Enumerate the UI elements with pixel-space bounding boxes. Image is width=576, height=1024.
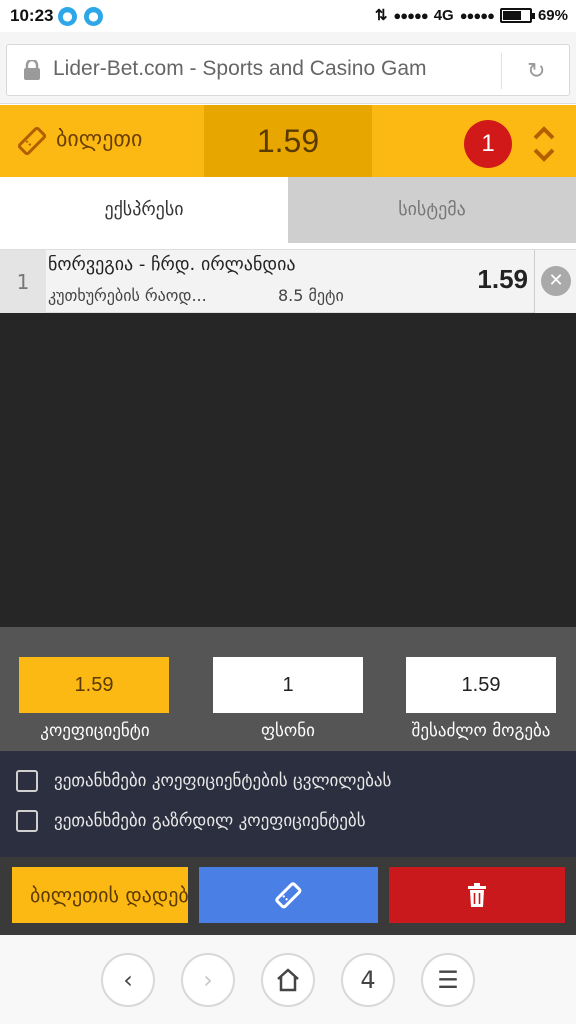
agree-odds-change-row[interactable]: ვეთანხმები კოეფიციენტების ცვლილებას [16, 768, 391, 794]
forward-button[interactable]: › [181, 953, 235, 1007]
status-time: 10:23 [10, 6, 54, 25]
coefficient-label: კოეფიციენტი [40, 721, 150, 741]
status-bar: 10:23 ● ● ⇅ ●●●●● 4G ●●●●● 69% [0, 0, 576, 32]
possible-win-label: შესაძლო მოგება [411, 721, 551, 741]
url-text[interactable]: Lider-Bet.com - Sports and Casino Gam [53, 57, 489, 81]
bet-pick: 8.5 მეტი [278, 286, 344, 305]
agree-raised-odds-label: ვეთანხმები გაზრდილ კოეფიციენტებს [54, 811, 366, 831]
status-indicators: ⇅ ●●●●● 4G ●●●●● 69% [374, 6, 568, 25]
close-icon: ✕ [541, 266, 571, 296]
home-button[interactable] [261, 953, 315, 1007]
agree-raised-odds-row[interactable]: ვეთანხმები გაზრდილ კოეფიციენტებს [16, 808, 366, 834]
tabs-button[interactable]: 4 [341, 953, 395, 1007]
bet-count-badge: 1 [464, 120, 512, 168]
tab-express[interactable]: ექსპრესი [0, 177, 288, 243]
network-type: 4G [433, 6, 454, 24]
notification-icon: ● [58, 7, 77, 26]
stake-label: ფსონი [261, 721, 315, 741]
agreements: ვეთანხმები კოეფიციენტების ცვლილებას ვეთა… [0, 751, 576, 857]
bet-summary: 1.59 1 1.59 კოეფიციენტი ფსონი შესაძლო მო… [0, 627, 576, 751]
total-odds: 1.59 [204, 105, 372, 177]
bet-match: ნორვეგია - ჩრდ. ირლანდია [48, 254, 296, 275]
bet-type-tabs: ექსპრესი სისტემა [0, 177, 576, 243]
forward-icon: › [203, 966, 213, 994]
browser-navigation: ‹ › 4 ☰ [0, 935, 576, 1024]
signal-icon: ●●●●● [459, 7, 495, 23]
browser-toolbar: Lider-Bet.com - Sports and Casino Gam ↻ [0, 32, 576, 104]
lock-icon [24, 60, 40, 80]
bet-row: 1 ნორვეგია - ჩრდ. ირლანდია კუთხურების რა… [0, 249, 576, 314]
ticket-icon [275, 882, 302, 909]
remove-bet-button[interactable]: ✕ [534, 250, 576, 314]
agree-odds-change-label: ვეთანხმები კოეფიციენტების ცვლილებას [54, 771, 392, 791]
battery-icon [499, 7, 535, 23]
signal-icon: ●●●●● [393, 7, 428, 23]
bet-odds: 1.59 [477, 264, 528, 294]
agree-raised-odds-checkbox[interactable] [16, 810, 38, 832]
tab-system[interactable]: სისტემა [288, 177, 576, 243]
trash-icon [468, 883, 486, 907]
ticket-title: ბილეთი [56, 127, 143, 152]
ticket-icon [17, 126, 47, 156]
address-bar[interactable]: Lider-Bet.com - Sports and Casino Gam ↻ [6, 44, 570, 96]
bet-index: 1 [0, 250, 46, 314]
action-bar: ბილეთის დადება [0, 857, 576, 935]
reload-icon[interactable]: ↻ [527, 59, 545, 84]
place-bet-button[interactable]: ბილეთის დადება [12, 867, 188, 923]
possible-win-value: 1.59 [406, 657, 556, 713]
ticket-button[interactable] [199, 867, 378, 923]
agree-odds-change-checkbox[interactable] [16, 770, 38, 792]
back-icon: ‹ [123, 966, 133, 994]
notification-icon: ● [84, 7, 103, 26]
menu-icon: ☰ [437, 966, 459, 994]
bet-market: კუთხურების რაოდ... [48, 286, 207, 305]
delete-ticket-button[interactable] [389, 867, 565, 923]
stake-input[interactable]: 1 [213, 657, 363, 713]
battery-percent: 69% [537, 6, 568, 24]
coefficient-value: 1.59 [19, 657, 169, 713]
empty-area [0, 313, 576, 627]
menu-button[interactable]: ☰ [421, 953, 475, 1007]
divider [501, 53, 502, 89]
data-transfer-icon: ⇅ [374, 7, 388, 24]
back-button[interactable]: ‹ [101, 953, 155, 1007]
home-icon [277, 968, 299, 992]
expand-collapse-icon[interactable] [532, 124, 556, 164]
